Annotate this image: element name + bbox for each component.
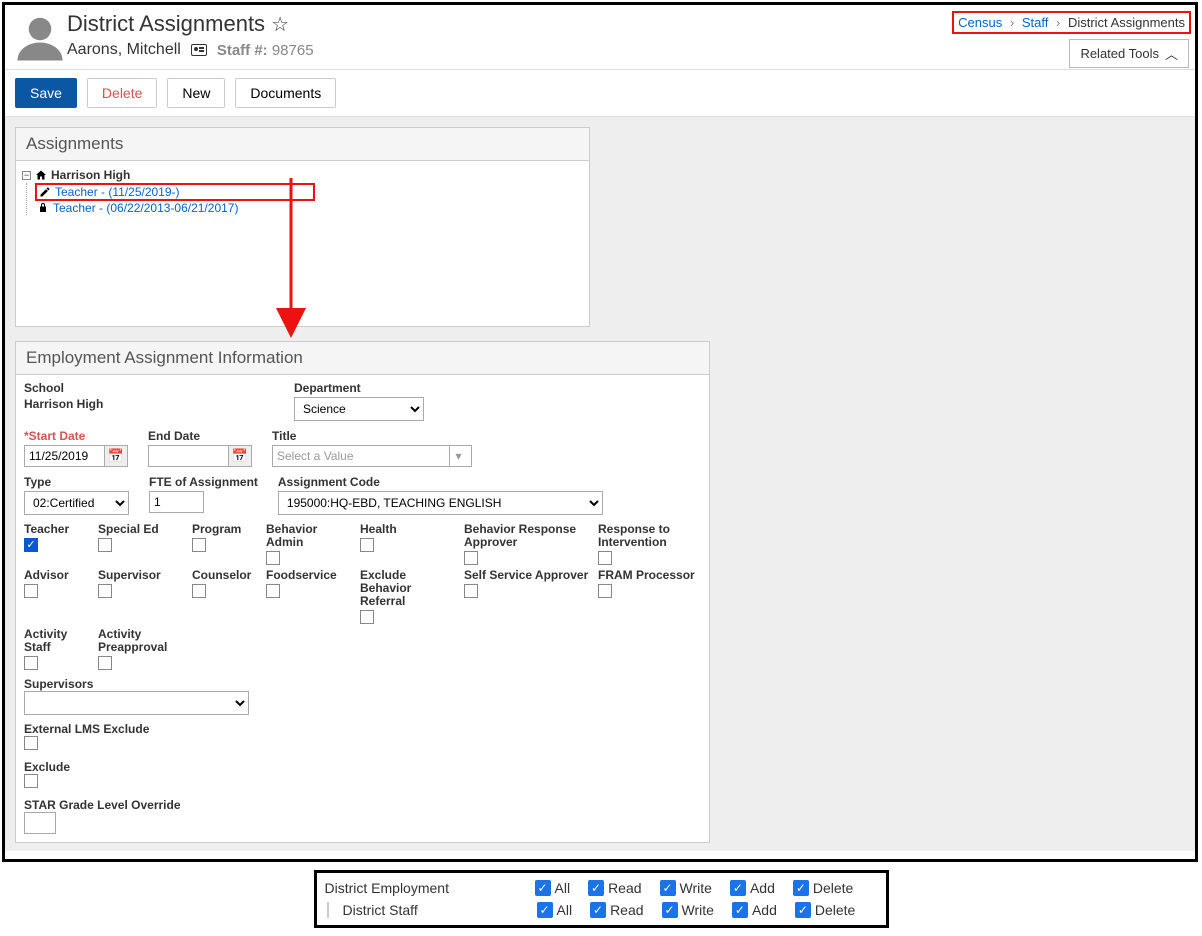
perm-ds-all-checkbox[interactable] xyxy=(537,902,553,918)
perm-district-staff-label: District Staff xyxy=(327,902,537,918)
supervisors-select[interactable] xyxy=(24,691,249,715)
teacher-checkbox[interactable] xyxy=(24,538,38,552)
school-label: School xyxy=(24,381,274,395)
exclude-label: Exclude xyxy=(24,760,70,774)
department-label: Department xyxy=(294,381,424,395)
counselor-checkbox[interactable] xyxy=(192,584,206,598)
external-lms-exclude-label: External LMS Exclude xyxy=(24,722,149,736)
documents-button[interactable]: Documents xyxy=(235,78,336,108)
breadcrumb-staff[interactable]: Staff xyxy=(1022,15,1049,30)
start-date-input[interactable] xyxy=(24,445,104,467)
star-override-label: STAR Grade Level Override xyxy=(24,798,181,812)
behavior-admin-checkbox[interactable] xyxy=(266,551,280,565)
self-service-approver-checkbox[interactable] xyxy=(464,584,478,598)
favorite-star-icon[interactable]: ☆ xyxy=(271,12,289,37)
assignment-code-select[interactable]: 195000:HQ-EBD, TEACHING ENGLISH xyxy=(278,491,603,515)
staff-number-label: Staff #: xyxy=(217,42,268,59)
related-tools-button[interactable]: Related Tools ︿ xyxy=(1069,39,1189,68)
type-select[interactable]: 02:Certified xyxy=(24,491,129,515)
health-checkbox[interactable] xyxy=(360,538,374,552)
supervisors-label: Supervisors xyxy=(24,677,93,691)
response-to-intervention-checkbox[interactable] xyxy=(598,551,612,565)
breadcrumb-census[interactable]: Census xyxy=(958,15,1002,30)
chevron-right-icon: › xyxy=(1010,15,1014,30)
activity-staff-checkbox[interactable] xyxy=(24,656,38,670)
perm-ds-read-checkbox[interactable] xyxy=(590,902,606,918)
tree-item-prev-assignment[interactable]: Teacher - (06/22/2013-06/21/2017) xyxy=(35,201,583,215)
breadcrumb-current: District Assignments xyxy=(1068,15,1185,30)
staff-number-value: 98765 xyxy=(272,42,314,59)
id-card-icon xyxy=(191,44,207,56)
supervisor-checkbox[interactable] xyxy=(98,584,112,598)
special-ed-checkbox[interactable] xyxy=(98,538,112,552)
calendar-icon[interactable]: 📅 xyxy=(104,445,128,467)
breadcrumb: Census › Staff › District Assignments xyxy=(952,11,1191,34)
employment-panel-title: Employment Assignment Information xyxy=(16,342,709,375)
perm-de-write-checkbox[interactable] xyxy=(660,880,676,896)
delete-button[interactable]: Delete xyxy=(87,78,157,108)
perm-de-read-checkbox[interactable] xyxy=(588,880,604,896)
exclude-behavior-referral-checkbox[interactable] xyxy=(360,610,374,624)
activity-preapproval-checkbox[interactable] xyxy=(98,656,112,670)
title-label: Title xyxy=(272,429,472,443)
person-name: Aarons, Mitchell xyxy=(67,41,181,59)
perm-de-all-checkbox[interactable] xyxy=(535,880,551,896)
page-title: District Assignments xyxy=(67,11,265,37)
calendar-icon[interactable]: 📅 xyxy=(228,445,252,467)
pencil-icon xyxy=(39,186,51,198)
perm-de-add-checkbox[interactable] xyxy=(730,880,746,896)
end-date-label: End Date xyxy=(148,429,252,443)
perm-district-employment-label: District Employment xyxy=(325,880,535,896)
home-icon xyxy=(35,169,47,181)
chevron-right-icon: › xyxy=(1056,15,1060,30)
perm-de-delete-checkbox[interactable] xyxy=(793,880,809,896)
fte-label: FTE of Assignment xyxy=(149,475,258,489)
perm-ds-add-checkbox[interactable] xyxy=(732,902,748,918)
perm-ds-delete-checkbox[interactable] xyxy=(795,902,811,918)
chevron-up-icon: ︿ xyxy=(1165,44,1178,63)
type-label: Type xyxy=(24,475,129,489)
tree-item-current-assignment[interactable]: Teacher - (11/25/2019-) xyxy=(35,183,315,201)
fte-input[interactable] xyxy=(149,491,204,513)
external-lms-exclude-checkbox[interactable] xyxy=(24,736,38,750)
chevron-down-icon: ▾ xyxy=(449,446,467,466)
fram-processor-checkbox[interactable] xyxy=(598,584,612,598)
behavior-response-approver-checkbox[interactable] xyxy=(464,551,478,565)
foodservice-checkbox[interactable] xyxy=(266,584,280,598)
new-button[interactable]: New xyxy=(167,78,225,108)
permissions-panel: District Employment All Read Write Add D… xyxy=(314,870,889,928)
perm-ds-write-checkbox[interactable] xyxy=(662,902,678,918)
department-select[interactable]: Science xyxy=(294,397,424,421)
tree-school-label[interactable]: Harrison High xyxy=(51,167,130,183)
star-override-input[interactable] xyxy=(24,812,56,834)
assignments-panel-title: Assignments xyxy=(16,128,589,161)
avatar-icon xyxy=(13,11,67,65)
save-button[interactable]: Save xyxy=(15,78,77,108)
start-date-label: *Start Date xyxy=(24,429,128,443)
exclude-checkbox[interactable] xyxy=(24,774,38,788)
end-date-input[interactable] xyxy=(148,445,228,467)
title-select[interactable]: Select a Value ▾ xyxy=(272,445,472,467)
advisor-checkbox[interactable] xyxy=(24,584,38,598)
school-value: Harrison High xyxy=(24,397,274,411)
assignment-code-label: Assignment Code xyxy=(278,475,603,489)
tree-collapse-icon[interactable]: − xyxy=(22,171,31,180)
lock-icon xyxy=(37,202,49,214)
program-checkbox[interactable] xyxy=(192,538,206,552)
